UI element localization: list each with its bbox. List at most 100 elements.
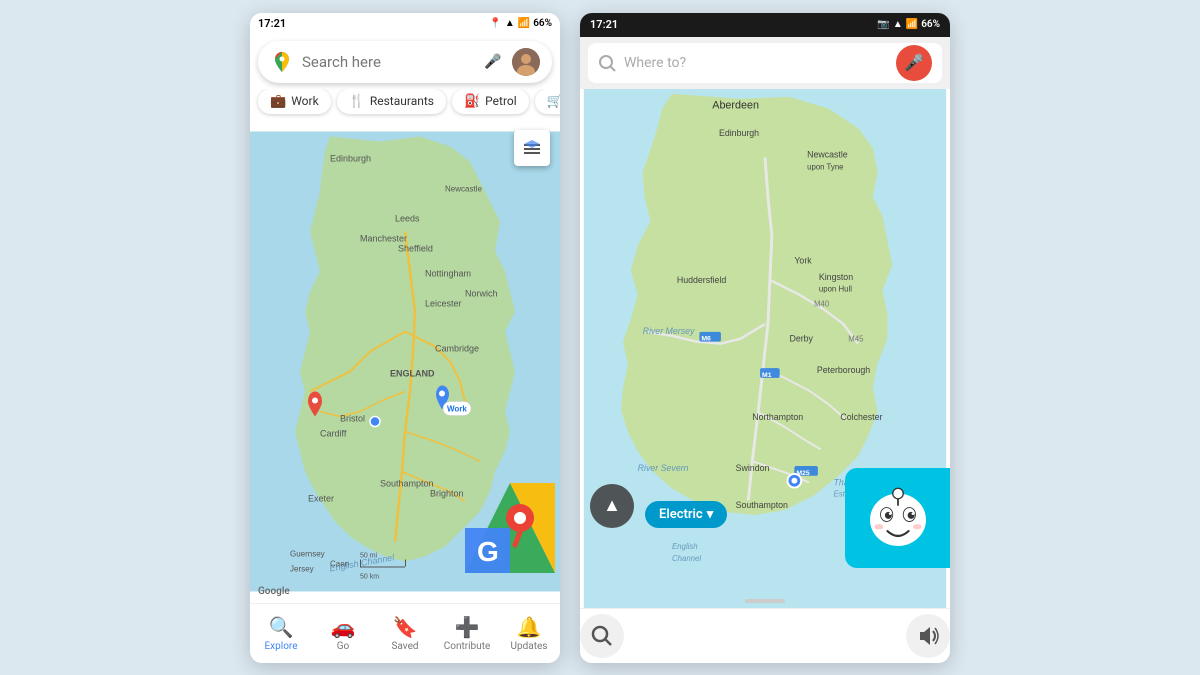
svg-text:M45: M45 xyxy=(848,334,864,343)
waze-search-placeholder: Where to? xyxy=(624,55,888,71)
waze-search-container: Where to? 🎤 xyxy=(580,37,950,89)
svg-text:Newcastle: Newcastle xyxy=(445,184,482,193)
svg-text:River Severn: River Severn xyxy=(638,462,689,472)
svg-text:Swindon: Swindon xyxy=(736,462,770,472)
nav-item-updates[interactable]: 🔔 Updates xyxy=(498,615,560,652)
svg-text:Aberdeen: Aberdeen xyxy=(712,99,759,111)
waze-mascot-icon xyxy=(863,483,933,553)
svg-text:Leicester: Leicester xyxy=(425,298,462,308)
waze-bottom-search-icon xyxy=(591,625,613,647)
maps-status-icons: 📍 ▲ 📶 66% xyxy=(489,18,552,29)
svg-text:Manchester: Manchester xyxy=(360,233,407,243)
svg-text:Leeds: Leeds xyxy=(395,213,420,223)
waze-mic-icon: 🎤 xyxy=(904,53,924,72)
svg-text:Cardiff: Cardiff xyxy=(320,428,347,438)
waze-signal-icon: 📶 xyxy=(906,19,918,30)
waze-search-icon xyxy=(598,54,616,72)
updates-label: Updates xyxy=(511,641,548,652)
waze-nav-arrow-button[interactable]: ▲ xyxy=(590,484,634,528)
waze-status-icons: 📷 ▲ 📶 66% xyxy=(877,19,940,30)
svg-text:Southampton: Southampton xyxy=(380,478,434,488)
google-maps-logo-icon xyxy=(270,50,294,74)
svg-text:50 mi: 50 mi xyxy=(360,552,378,559)
svg-text:York: York xyxy=(794,255,812,265)
waze-mic-button[interactable]: 🎤 xyxy=(896,45,932,81)
restaurants-icon: 🍴 xyxy=(349,94,365,109)
chip-restaurants[interactable]: 🍴 Restaurants xyxy=(337,89,446,114)
svg-text:Brighton: Brighton xyxy=(430,488,464,498)
go-icon: 🚗 xyxy=(331,615,356,639)
svg-text:ENGLAND: ENGLAND xyxy=(390,368,435,378)
svg-text:upon Hull: upon Hull xyxy=(819,284,852,293)
chip-restaurants-label: Restaurants xyxy=(370,94,434,108)
svg-text:Sheffield: Sheffield xyxy=(398,243,433,253)
svg-text:Guernsey: Guernsey xyxy=(290,549,325,558)
saved-label: Saved xyxy=(391,641,418,652)
svg-text:Cambridge: Cambridge xyxy=(435,343,479,353)
nav-item-saved[interactable]: 🔖 Saved xyxy=(374,615,436,652)
chip-work[interactable]: 💼 Work xyxy=(258,89,331,114)
maps-mic-icon[interactable]: 🎤 xyxy=(482,51,504,73)
svg-text:Northampton: Northampton xyxy=(752,411,803,421)
contribute-icon: ➕ xyxy=(455,615,480,639)
main-container: 17:21 📍 ▲ 📶 66% Search here 🎤 xyxy=(0,0,1200,675)
maps-signal-icon: 📶 xyxy=(518,18,530,29)
svg-text:Bristol: Bristol xyxy=(340,413,365,423)
chip-groceries[interactable]: 🛒 Groce... xyxy=(535,89,560,114)
nav-item-contribute[interactable]: ➕ Contribute xyxy=(436,615,498,652)
svg-text:Channel: Channel xyxy=(672,553,701,562)
svg-text:upon Tyne: upon Tyne xyxy=(807,162,843,171)
waze-mascot-overlay xyxy=(845,468,950,568)
waze-search-bar[interactable]: Where to? 🎤 xyxy=(588,43,942,83)
maps-bottom-nav: 🔍 Explore 🚗 Go 🔖 Saved ➕ Contribute 🔔 Up… xyxy=(250,603,560,663)
contribute-label: Contribute xyxy=(444,641,491,652)
electric-chevron-icon: ▾ xyxy=(707,507,714,522)
svg-text:Peterborough: Peterborough xyxy=(817,364,870,374)
svg-text:Colchester: Colchester xyxy=(840,411,882,421)
maps-search-input[interactable]: Search here xyxy=(302,53,474,71)
maps-battery-icon: 66% xyxy=(533,18,552,29)
svg-text:Norwich: Norwich xyxy=(465,288,498,298)
nav-item-explore[interactable]: 🔍 Explore xyxy=(250,615,312,652)
svg-text:Nottingham: Nottingham xyxy=(425,268,471,278)
svg-text:M6: M6 xyxy=(701,335,711,342)
maps-map-area[interactable]: Leeds Manchester Sheffield Nottingham Le… xyxy=(250,120,560,603)
waze-status-bar: 17:21 📷 ▲ 📶 66% xyxy=(580,13,950,37)
explore-label: Explore xyxy=(265,641,298,652)
updates-icon: 🔔 xyxy=(517,615,542,639)
svg-text:River Mersey: River Mersey xyxy=(643,325,695,335)
waze-electric-button[interactable]: Electric ▾ xyxy=(645,501,727,528)
waze-map-area[interactable]: M40 M45 M6 M1 M25 Edinburgh Newcastle up… xyxy=(580,89,950,608)
explore-icon: 🔍 xyxy=(269,615,294,639)
scroll-indicator xyxy=(745,599,785,603)
gmaps-app-icon: G xyxy=(465,483,555,573)
waze-sound-icon xyxy=(917,625,939,647)
go-label: Go xyxy=(337,641,350,652)
svg-text:Exeter: Exeter xyxy=(308,493,334,503)
maps-time: 17:21 xyxy=(258,17,286,30)
svg-text:English: English xyxy=(672,542,698,551)
chip-petrol-label: Petrol xyxy=(485,94,517,108)
svg-text:50 km: 50 km xyxy=(360,573,379,580)
svg-text:Work: Work xyxy=(447,404,467,413)
waze-search-button[interactable] xyxy=(580,614,624,658)
svg-text:Derby: Derby xyxy=(789,333,813,343)
waze-phone: 17:21 📷 ▲ 📶 66% Where to? 🎤 xyxy=(580,13,950,663)
chip-petrol[interactable]: ⛽ Petrol xyxy=(452,89,529,114)
svg-text:M40: M40 xyxy=(814,299,830,308)
waze-camera-icon: 📷 xyxy=(877,19,889,30)
groceries-icon: 🛒 xyxy=(547,94,560,109)
maps-avatar[interactable] xyxy=(512,48,540,76)
maps-chips-bar: 💼 Work 🍴 Restaurants ⛽ Petrol 🛒 Groce... xyxy=(250,89,560,120)
svg-text:Newcastle: Newcastle xyxy=(807,149,848,159)
electric-label: Electric xyxy=(659,507,703,522)
waze-sound-button[interactable] xyxy=(906,614,950,658)
waze-wifi-icon: ▲ xyxy=(893,19,903,30)
maps-layer-button[interactable] xyxy=(514,130,550,166)
petrol-icon: ⛽ xyxy=(464,94,480,109)
chip-work-label: Work xyxy=(291,94,318,108)
nav-item-go[interactable]: 🚗 Go xyxy=(312,615,374,652)
svg-text:Kingston: Kingston xyxy=(819,271,853,281)
maps-search-bar[interactable]: Search here 🎤 xyxy=(258,41,552,83)
work-icon: 💼 xyxy=(270,94,286,109)
